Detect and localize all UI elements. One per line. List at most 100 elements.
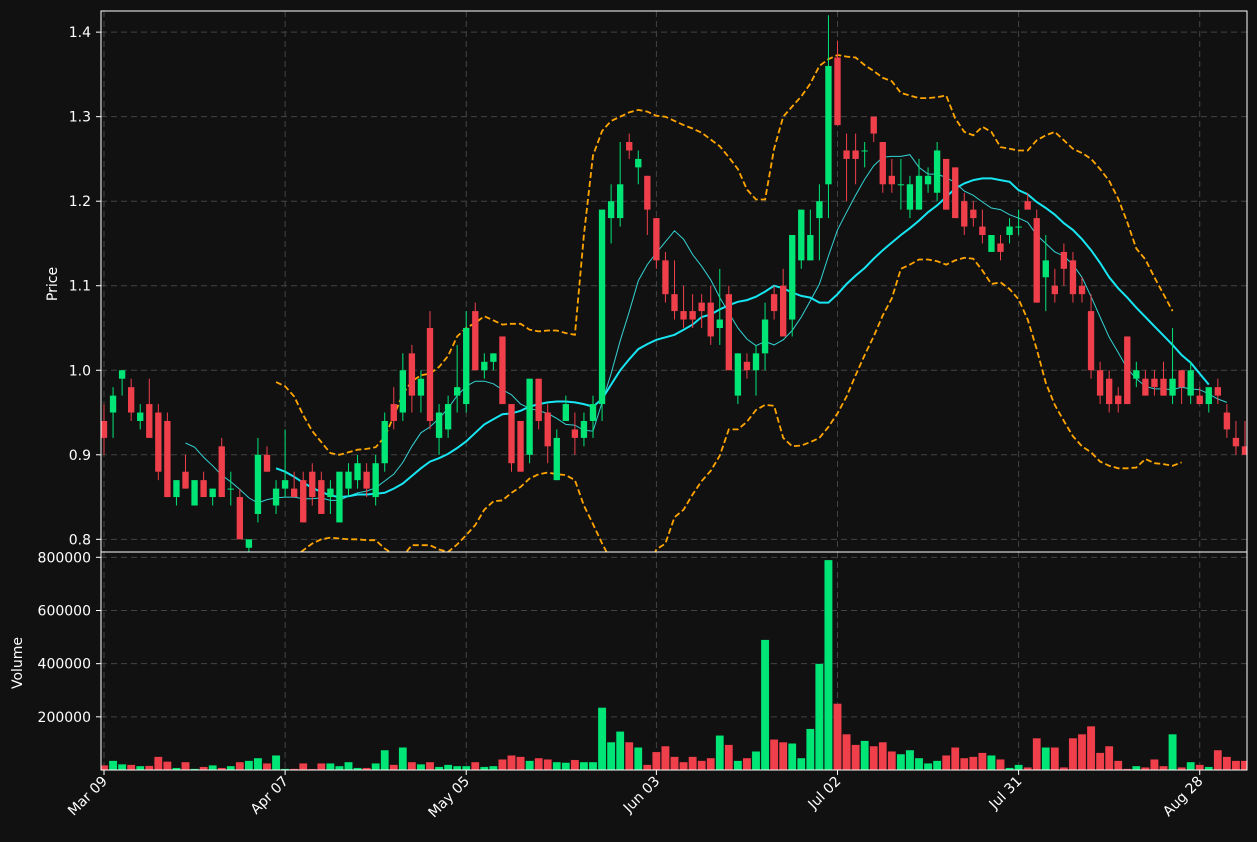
candle-body <box>281 480 289 489</box>
price-y-ticks: 0.8 0.9 1.0 1.1 1.2 1.3 1.4 <box>69 25 101 548</box>
candle-body <box>463 327 470 405</box>
price-tick-label: 1.2 <box>69 194 91 210</box>
volume-bar <box>869 745 878 770</box>
x-tick-label: Aug 28 <box>1160 774 1206 820</box>
volume-bar <box>670 756 679 770</box>
candle-body <box>1160 378 1167 396</box>
candle-body <box>544 412 551 447</box>
volume-bar <box>887 751 897 770</box>
candle-body <box>689 311 696 320</box>
volume-bar <box>235 761 245 770</box>
candle-body <box>1169 378 1176 396</box>
volume-bar <box>624 741 634 770</box>
volume-tick-label: 800000 <box>38 550 91 566</box>
price-panel: 0.8 0.9 1.0 1.1 1.2 1.3 1.4 Price <box>45 10 1248 553</box>
volume-panel: 200000 400000 600000 800000 Volume <box>10 550 1248 771</box>
candle-body <box>146 404 153 438</box>
x-tick-label: Apr 07 <box>248 774 292 818</box>
x-tick-label: Jul 02 <box>805 774 845 814</box>
volume-bar <box>797 757 806 770</box>
volume-bar <box>597 707 607 770</box>
candle-body <box>118 370 126 379</box>
volume-bar <box>941 755 951 770</box>
ma-short-line <box>185 154 1228 504</box>
candle-body <box>770 294 778 312</box>
candle-body <box>309 471 316 498</box>
volume-bar <box>1159 765 1168 770</box>
price-tick-label: 1.0 <box>69 363 91 379</box>
volume-bar <box>271 755 281 770</box>
volume-bar <box>615 731 625 770</box>
candle-body <box>1024 201 1031 210</box>
candle-body <box>1142 378 1149 396</box>
candle-body <box>1232 437 1240 447</box>
candle-body <box>200 480 207 498</box>
candle-body <box>245 539 253 548</box>
volume-bar <box>787 743 797 770</box>
volume-bar <box>1077 733 1087 770</box>
volume-bar <box>643 764 652 770</box>
volume-bar <box>1213 749 1223 770</box>
candle-body <box>707 302 714 337</box>
candle-body <box>1006 226 1013 236</box>
volume-axis-label: Volume <box>10 637 26 689</box>
volume-bar <box>914 757 924 770</box>
candle-body <box>101 420 108 438</box>
volume-bar <box>534 757 543 770</box>
volume-bar <box>335 765 344 770</box>
candle-body <box>490 353 497 362</box>
volume-bar <box>317 763 326 770</box>
candle-body <box>1051 285 1059 295</box>
volume-bar <box>905 749 915 770</box>
candle-body <box>472 311 479 371</box>
volume-bar <box>606 741 616 770</box>
volume-bar <box>579 761 589 770</box>
candle-body <box>1133 370 1140 379</box>
volume-bar <box>461 765 471 770</box>
volume-bar <box>135 765 145 770</box>
volume-tick-label: 200000 <box>38 710 91 726</box>
candle-body <box>1178 370 1185 388</box>
candle-body <box>924 175 932 185</box>
candle-body <box>816 201 823 219</box>
volume-bar <box>760 639 770 770</box>
candle-body <box>417 378 425 396</box>
candle-body <box>888 175 896 185</box>
candle-body <box>653 218 660 261</box>
candle-body <box>644 175 651 210</box>
volume-bar <box>425 761 435 770</box>
candle-body <box>834 57 841 126</box>
candle-body <box>589 404 597 421</box>
volume-bar <box>1086 725 1096 770</box>
candle-body <box>915 175 923 210</box>
volume-bar <box>896 753 906 770</box>
volume-bar <box>507 755 516 770</box>
volume-bar <box>634 747 643 770</box>
volume-bar <box>344 761 353 770</box>
candle-body <box>435 412 443 438</box>
volume-tick-label: 600000 <box>38 603 91 619</box>
candle-body <box>807 235 814 261</box>
volume-bar <box>154 756 163 770</box>
candle-body <box>698 302 705 312</box>
volume-bar <box>706 757 715 770</box>
candle-body <box>1042 260 1049 278</box>
candle-body <box>481 361 488 371</box>
volume-bar <box>416 764 426 770</box>
candle-body <box>444 404 452 430</box>
volume-bar <box>724 744 734 770</box>
volume-bar <box>226 765 236 770</box>
candle-body <box>1015 226 1022 228</box>
candle-body <box>535 378 542 421</box>
volume-panel-frame <box>100 551 1248 771</box>
volume-bar <box>932 760 942 770</box>
volume-bar <box>208 765 217 770</box>
volume-bar <box>1195 764 1204 770</box>
candle-body <box>345 471 352 489</box>
volume-bar <box>498 759 507 770</box>
candle-body <box>263 454 271 472</box>
candle-body <box>761 319 769 354</box>
volume-gridlines <box>101 552 1247 770</box>
candle-body <box>553 437 560 481</box>
candle-body <box>997 243 1004 252</box>
